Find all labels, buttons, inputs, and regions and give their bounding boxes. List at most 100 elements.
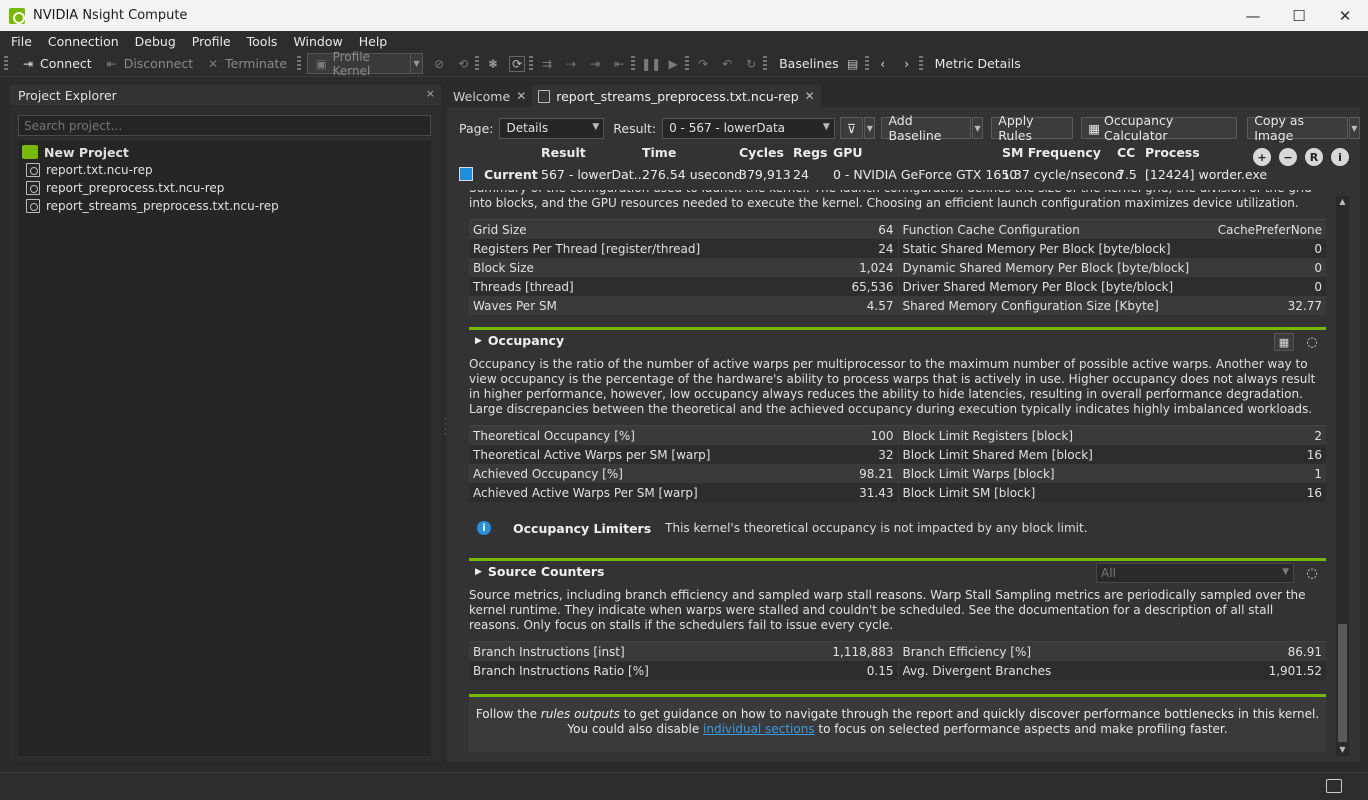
tree-item-file[interactable]: report_preprocess.txt.ncu-rep [18, 179, 431, 197]
step-api-icon[interactable]: ⇉ [539, 57, 555, 71]
reset-icon[interactable]: R [1305, 148, 1323, 166]
menu-debug[interactable]: Debug [125, 34, 182, 49]
add-baseline-dropdown[interactable]: ▼ [971, 117, 984, 139]
guidance-text: Follow the [475, 707, 541, 721]
chevron-right-icon[interactable]: › [899, 57, 915, 71]
menu-tools[interactable]: Tools [237, 34, 284, 49]
source-counters-section-header[interactable]: ▶ Source Counters All ▼ ◌ [469, 558, 1326, 583]
metric-value: 16 [1306, 485, 1322, 500]
nsight-app-icon [9, 7, 25, 24]
toolbar-grip[interactable] [4, 55, 8, 72]
next-trigger-icon[interactable]: ↷ [695, 57, 711, 71]
toolbar-grip[interactable] [297, 55, 302, 72]
scroll-up-icon[interactable]: ▲ [1336, 196, 1349, 208]
info-icon[interactable]: i [1331, 148, 1349, 166]
baselines-manage-icon[interactable]: ▤ [845, 57, 861, 71]
resume-icon[interactable]: ▶ [665, 57, 681, 71]
filter-button[interactable]: ⊽ [839, 117, 864, 139]
step-range-end-icon[interactable]: ⇤ [611, 57, 627, 71]
source-filter-value: All [1101, 566, 1116, 580]
metric-value: 16 [1306, 447, 1322, 462]
profile-kernel-dropdown[interactable]: ▼ [411, 53, 424, 74]
toolbar-grip[interactable] [475, 55, 480, 72]
scroll-down-icon[interactable]: ▼ [1336, 744, 1349, 756]
profile-kernel-label: Profile Kernel [332, 49, 371, 78]
toolbar-grip[interactable] [864, 55, 869, 72]
metric-details-button[interactable]: Metric Details [929, 53, 1027, 75]
cancel-icon[interactable]: ⊘ [431, 57, 447, 71]
occupancy-table: Theoretical Occupancy [%] 100 Theoretical … [469, 425, 1326, 502]
tree-item-file[interactable]: report_streams_preprocess.txt.ncu-rep [18, 197, 431, 215]
current-result: 567 - lowerDat... [541, 167, 646, 182]
menu-window[interactable]: Window [283, 34, 348, 49]
metric-value: 64 [878, 222, 894, 237]
project-explorer-close-icon[interactable]: × [426, 87, 435, 100]
toolbar-grip[interactable] [763, 55, 768, 72]
metric-value: 2 [1314, 428, 1322, 443]
connect-button[interactable]: ⇥ Connect [14, 53, 98, 75]
metric-name: Avg. Divergent Branches [902, 663, 1052, 678]
collapse-all-icon[interactable]: − [1279, 148, 1297, 166]
report-file-icon [26, 181, 40, 195]
calculator-icon[interactable]: ▦ [1274, 333, 1294, 351]
page-select[interactable]: Details ▼ [499, 117, 605, 139]
add-baseline-button[interactable]: Add Baseline [881, 113, 971, 143]
step-kernel-icon[interactable]: ⇢ [563, 57, 579, 71]
tab-report[interactable]: report_streams_preprocess.txt.ncu-rep ✕ [532, 85, 821, 107]
occupancy-title-text: Occupancy [487, 333, 565, 348]
disconnect-button[interactable]: ⇤ Disconnect [98, 53, 199, 75]
copy-as-image-button[interactable]: Copy as Image [1247, 113, 1348, 143]
tab-label: report_streams_preprocess.txt.ncu-rep [556, 88, 799, 104]
tab-welcome[interactable]: Welcome ✕ [447, 85, 532, 107]
freeze-icon[interactable]: ❄ [485, 57, 501, 71]
back-trigger-icon[interactable]: ↶ [719, 57, 735, 71]
maximize-button[interactable]: ☐ [1276, 0, 1322, 31]
close-tab-icon[interactable]: ✕ [805, 89, 815, 103]
toolbar-grip[interactable] [631, 55, 636, 72]
terminate-button[interactable]: ✕ Terminate [199, 53, 293, 75]
rules-outputs-emphasis: rules outputs [540, 707, 620, 721]
expand-all-icon[interactable]: + [1253, 148, 1271, 166]
comment-icon[interactable]: ◌ [1302, 333, 1322, 351]
pause-icon[interactable]: ❚❚ [641, 57, 661, 71]
individual-sections-link[interactable]: individual sections [703, 722, 815, 736]
filter-dropdown[interactable]: ▼ [864, 117, 876, 139]
redo-icon[interactable]: ↻ [743, 57, 759, 71]
close-tab-icon[interactable]: ✕ [516, 89, 526, 103]
tree-item-file[interactable]: report.txt.ncu-rep [18, 161, 431, 179]
minimize-button[interactable]: — [1230, 0, 1276, 31]
chevron-left-icon[interactable]: ‹ [875, 57, 891, 71]
copy-as-image-dropdown[interactable]: ▼ [1348, 117, 1361, 139]
close-window-button[interactable]: ✕ [1322, 0, 1368, 31]
launch-stats-table: Grid Size 64 Registers Per Thread [registe… [469, 219, 1326, 315]
metric-row: Block Size 1,024 [469, 258, 898, 277]
profile-kernel-button[interactable]: ▣ Profile Kernel [307, 50, 412, 78]
resume-target-icon[interactable]: ⟳ [509, 55, 526, 72]
feedback-icon[interactable] [1326, 779, 1342, 793]
col-result: Result [541, 145, 586, 160]
menu-connection[interactable]: Connection [38, 34, 125, 49]
toolbar-grip[interactable] [529, 55, 534, 72]
auto-profile-icon[interactable]: ⟲ [455, 57, 471, 71]
step-range-start-icon[interactable]: ⇥ [587, 57, 603, 71]
menu-help[interactable]: Help [349, 34, 394, 49]
scrollbar-thumb[interactable] [1338, 624, 1347, 742]
menu-profile[interactable]: Profile [182, 34, 237, 49]
metric-value: 0 [1314, 279, 1322, 294]
menu-file[interactable]: File [0, 34, 38, 49]
search-project-input[interactable] [18, 115, 431, 136]
result-select[interactable]: 0 - 567 - lowerData ▼ [662, 117, 835, 139]
tree-item-new-project[interactable]: New Project [18, 143, 431, 161]
comment-icon[interactable]: ◌ [1302, 564, 1322, 582]
metric-value: 0 [1314, 241, 1322, 256]
occupancy-section-header[interactable]: ▶ Occupancy ▦ ◌ [469, 327, 1326, 351]
source-counters-filter-select[interactable]: All ▼ [1096, 563, 1294, 583]
col-cc: CC [1117, 145, 1136, 160]
toolbar-grip[interactable] [918, 55, 923, 72]
report-file-icon [538, 89, 551, 103]
report-vertical-scrollbar[interactable]: ▲ ▼ [1336, 196, 1349, 756]
toolbar-grip[interactable] [685, 55, 690, 72]
metric-name: Driver Shared Memory Per Block [byte/blo… [902, 279, 1174, 294]
occupancy-calculator-button[interactable]: ▦ Occupancy Calculator [1081, 113, 1238, 143]
apply-rules-button[interactable]: Apply Rules [991, 113, 1074, 143]
